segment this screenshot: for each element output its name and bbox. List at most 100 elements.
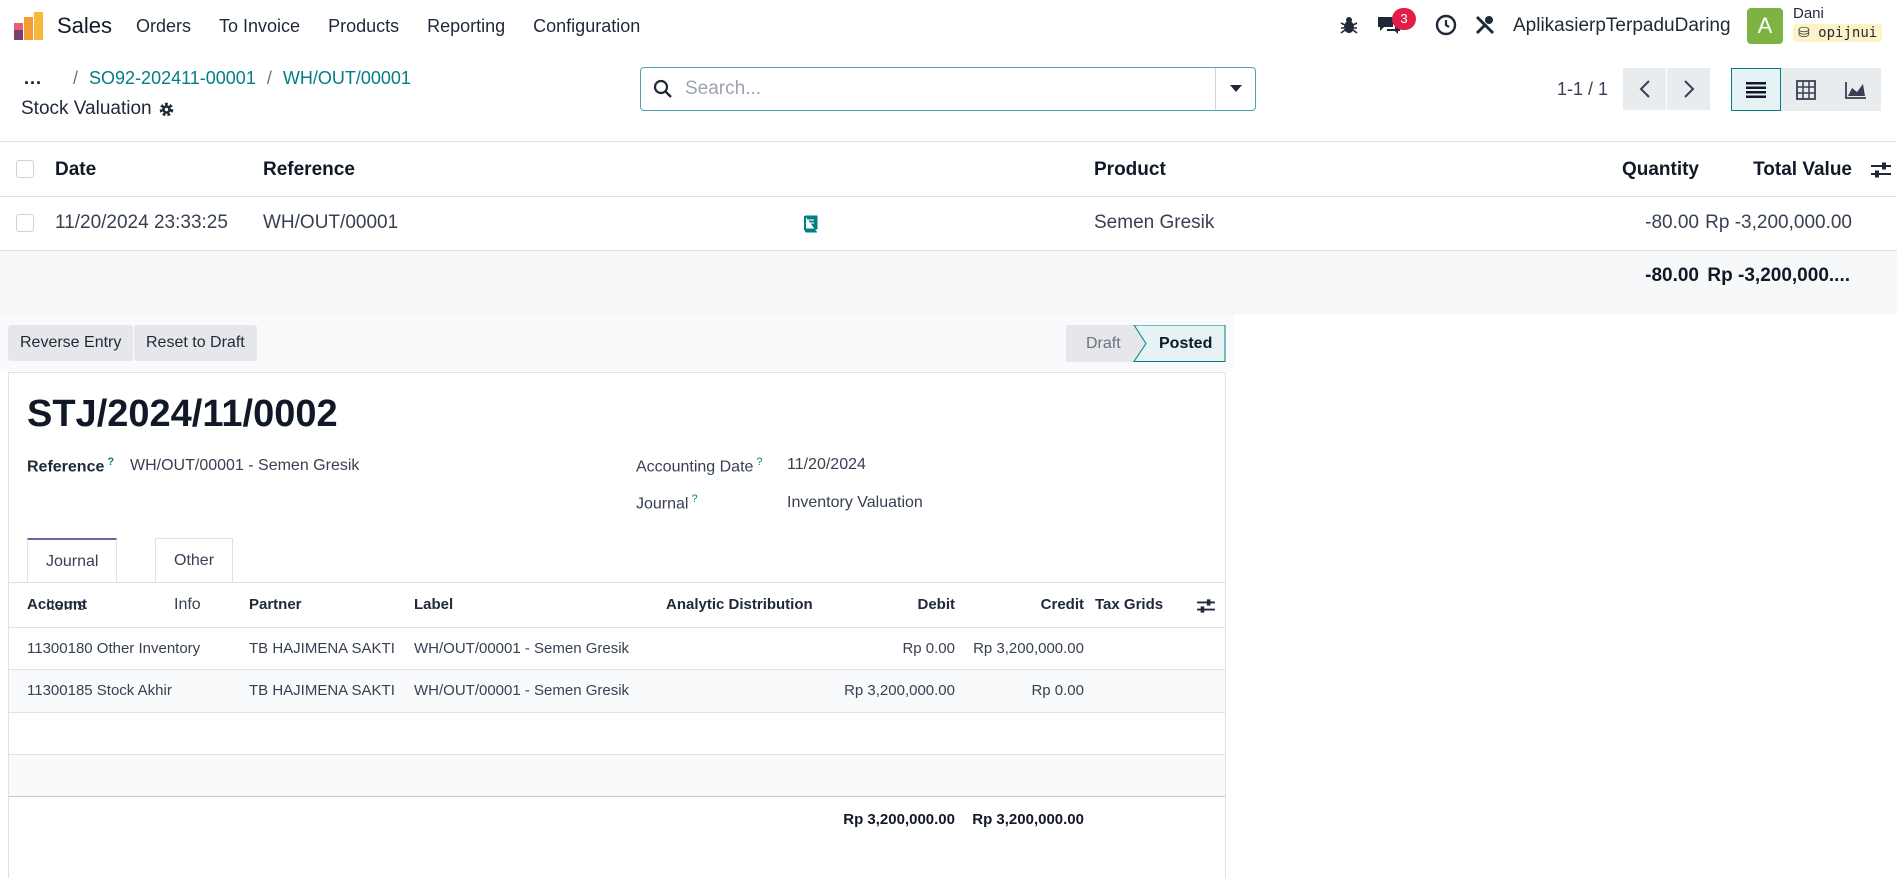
line-account: 11300180 Other Inventory: [27, 640, 201, 657]
column-product[interactable]: Product: [1094, 159, 1166, 181]
menu-to-invoice[interactable]: To Invoice: [219, 16, 300, 37]
menu-products[interactable]: Products: [328, 16, 399, 37]
column-date[interactable]: Date: [55, 159, 96, 181]
database-name: opijnui: [1818, 25, 1878, 41]
accounting-date-label-text: Accounting Date: [636, 458, 754, 476]
pager-previous-button[interactable]: [1623, 68, 1666, 110]
optional-columns-icon[interactable]: [1871, 161, 1891, 179]
book-icon[interactable]: [802, 215, 818, 233]
line-credit: Rp 0.00: [1031, 682, 1084, 699]
journal-items-totals: Rp 3,200,000.00 Rp 3,200,000.00: [9, 798, 1225, 842]
reset-to-draft-button[interactable]: Reset to Draft: [134, 325, 257, 361]
breadcrumb-separator: /: [266, 68, 272, 88]
column-debit[interactable]: Debit: [918, 596, 956, 613]
line-debit: Rp 0.00: [902, 640, 955, 657]
reverse-entry-button[interactable]: Reverse Entry: [8, 325, 134, 361]
optional-columns-icon[interactable]: [1197, 598, 1215, 614]
bug-icon[interactable]: [1338, 14, 1360, 36]
select-all-checkbox[interactable]: [16, 160, 34, 178]
reference-label: Reference?: [27, 456, 114, 476]
help-tooltip-icon[interactable]: ?: [107, 456, 114, 468]
tools-icon[interactable]: [1474, 14, 1496, 36]
menu-reporting[interactable]: Reporting: [427, 16, 505, 37]
page-title: Stock Valuation: [21, 98, 175, 120]
reference-value[interactable]: WH/OUT/00001 - Semen Gresik: [130, 457, 359, 475]
pivot-table-icon: [1796, 79, 1816, 100]
breadcrumb-separator: /: [73, 68, 79, 88]
journal-entry-form: Reverse Entry Reset to Draft Draft Poste…: [0, 315, 1897, 878]
menu-orders[interactable]: Orders: [136, 16, 191, 37]
column-analytic-distribution[interactable]: Analytic Distribution: [666, 596, 813, 613]
reference-label-text: Reference: [27, 458, 105, 476]
row-reference: WH/OUT/00001: [263, 212, 399, 233]
journal-label-text: Journal: [636, 495, 689, 513]
line-label: WH/OUT/00001 - Semen Gresik: [414, 682, 630, 699]
breadcrumb-delivery[interactable]: WH/OUT/00001: [283, 68, 411, 89]
database-badge: ⛁ opijnui: [1793, 24, 1883, 42]
search-options-toggle[interactable]: [1215, 68, 1255, 110]
pivot-view-button[interactable]: [1781, 68, 1831, 111]
row-date: 11/20/2024 23:33:25: [55, 212, 228, 233]
menu-configuration[interactable]: Configuration: [533, 16, 640, 37]
table-row[interactable]: 11300185 Stock Akhir TB HAJIMENA SAKTI W…: [9, 670, 1225, 713]
list-icon: [1746, 81, 1766, 98]
breadcrumb-more[interactable]: ...: [24, 68, 42, 89]
total-value-sum: Rp -3,200,000....: [1707, 265, 1850, 286]
journal-label: Journal?: [636, 493, 698, 513]
column-label[interactable]: Label: [414, 596, 453, 613]
column-partner[interactable]: Partner: [249, 596, 302, 613]
pager-value[interactable]: 1-1 / 1: [1557, 79, 1608, 100]
breadcrumb-sale-order[interactable]: SO92-202411-00001: [89, 68, 256, 89]
search-icon: [641, 68, 685, 110]
line-label: WH/OUT/00001 - Semen Gresik: [414, 640, 630, 657]
user-name[interactable]: Dani: [1793, 5, 1824, 22]
graph-view-button[interactable]: [1831, 68, 1881, 111]
help-tooltip-icon[interactable]: ?: [691, 493, 697, 505]
journal-value[interactable]: Inventory Valuation: [787, 494, 923, 512]
empty-row: [9, 755, 1225, 797]
table-row[interactable]: 11/20/2024 23:33:25 WH/OUT/00001 Semen G…: [0, 197, 1897, 251]
empty-row: [9, 713, 1225, 755]
search-input[interactable]: [685, 69, 1215, 109]
column-reference[interactable]: Reference: [263, 159, 355, 181]
app-name[interactable]: Sales: [57, 13, 112, 39]
accounting-date-value[interactable]: 11/20/2024: [787, 456, 866, 474]
tab-journal-items[interactable]: Journal Items: [27, 538, 118, 614]
page-title-text: Stock Valuation: [21, 98, 152, 119]
area-chart-icon: [1845, 81, 1866, 99]
total-debit: Rp 3,200,000.00: [843, 811, 955, 828]
column-account[interactable]: Account: [27, 596, 87, 613]
list-header: Date Reference Product Quantity Total Va…: [0, 141, 1897, 197]
list-view-button[interactable]: [1731, 68, 1781, 111]
journal-items-header: Account Partner Label Analytic Distribut…: [9, 583, 1225, 628]
database-icon: ⛁: [1798, 25, 1819, 41]
status-draft[interactable]: Draft: [1086, 325, 1121, 362]
journal-entry-name: STJ/2024/11/0002: [27, 393, 338, 435]
column-credit[interactable]: Credit: [1041, 596, 1084, 613]
total-quantity: -80.00: [1645, 265, 1699, 286]
messages-badge: 3: [1392, 8, 1416, 30]
row-checkbox[interactable]: [16, 214, 34, 232]
line-partner: TB HAJIMENA SAKTI: [249, 682, 395, 699]
gear-icon[interactable]: [158, 101, 175, 118]
help-tooltip-icon[interactable]: ?: [756, 456, 762, 468]
status-posted: Posted: [1159, 335, 1213, 352]
form-statusbar: Reverse Entry Reset to Draft Draft Poste…: [0, 315, 1234, 371]
list-totals: -80.00 Rp -3,200,000....: [0, 251, 1897, 315]
column-quantity[interactable]: Quantity: [1622, 159, 1699, 181]
sales-app-icon[interactable]: [13, 10, 45, 42]
line-partner: TB HAJIMENA SAKTI: [249, 640, 395, 657]
line-debit: Rp 3,200,000.00: [844, 682, 955, 699]
column-tax-grids[interactable]: Tax Grids: [1095, 596, 1163, 613]
user-avatar[interactable]: A: [1747, 8, 1783, 44]
company-switcher[interactable]: AplikasierpTerpaduDaring: [1513, 15, 1731, 37]
tab-other-info[interactable]: Other Info: [155, 538, 234, 613]
top-navbar: Sales Orders To Invoice Products Reporti…: [0, 0, 1897, 52]
table-row[interactable]: 11300180 Other Inventory TB HAJIMENA SAK…: [9, 628, 1225, 670]
column-total-value[interactable]: Total Value: [1753, 159, 1852, 181]
main-menu: Orders To Invoice Products Reporting Con…: [136, 16, 668, 37]
row-product: Semen Gresik: [1094, 212, 1215, 233]
pager-next-button[interactable]: [1667, 68, 1710, 110]
clock-icon[interactable]: [1435, 14, 1457, 36]
line-credit: Rp 3,200,000.00: [973, 640, 1084, 657]
